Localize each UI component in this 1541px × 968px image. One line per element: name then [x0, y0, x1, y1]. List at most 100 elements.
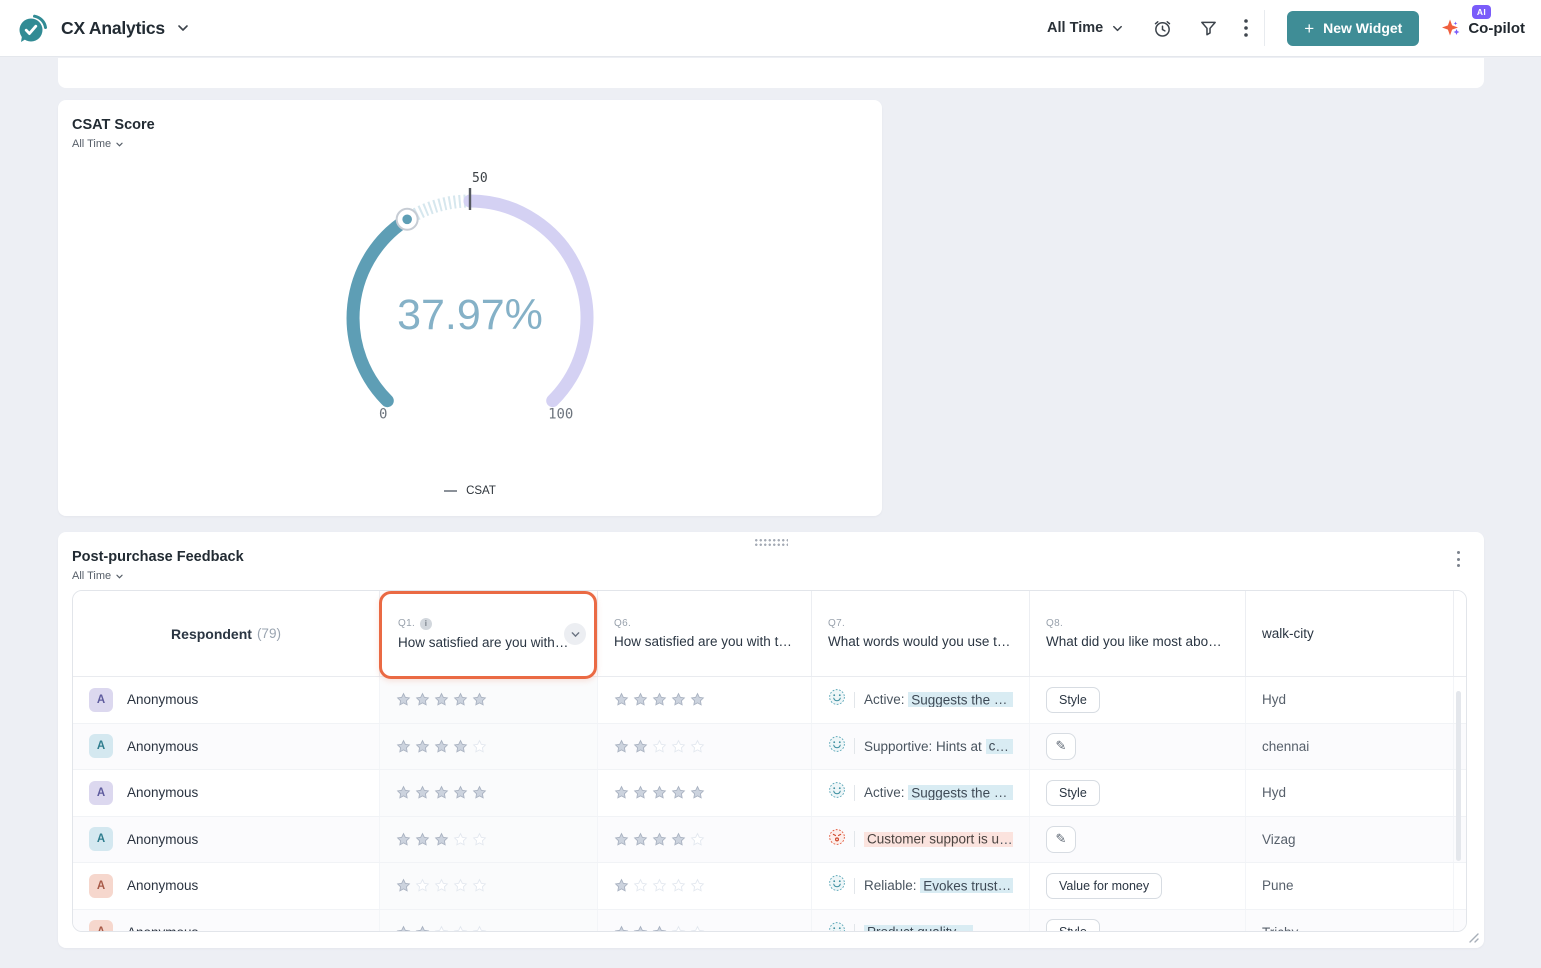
partial-widget-above: [58, 58, 1484, 88]
respondent-name: Anonymous: [127, 925, 198, 932]
gauge-target-label: 50: [472, 171, 488, 186]
respondent-name: Anonymous: [127, 692, 198, 707]
alarm-clock-icon: [1152, 18, 1173, 39]
respondent-name: Anonymous: [127, 878, 198, 893]
post-purchase-feedback-widget: Post-purchase Feedback All Time Responde…: [58, 532, 1484, 948]
new-widget-button[interactable]: + New Widget: [1287, 11, 1419, 46]
city-value: Hyd: [1262, 692, 1286, 707]
table-vertical-scrollbar[interactable]: [1456, 691, 1461, 861]
sentiment-icon: [828, 921, 846, 932]
q6-star-rating: [614, 739, 705, 754]
widget-drag-handle[interactable]: [754, 538, 788, 547]
respondent-name: Anonymous: [127, 832, 198, 847]
chevron-down-icon: [115, 572, 124, 581]
new-widget-label: New Widget: [1323, 20, 1402, 36]
column-header-q8[interactable]: Q8. What did you like most about …: [1029, 591, 1245, 676]
chevron-down-icon: [570, 629, 581, 640]
dashboard-canvas: CSAT Score All Time 50 0 100 37.97% CSAT…: [0, 57, 1541, 968]
feedback-widget-title: Post-purchase Feedback: [72, 549, 244, 565]
header-more-options-button[interactable]: [1244, 19, 1248, 37]
answer-text: Reliable: Evokes trust and…: [864, 878, 1013, 893]
responses-table: Respondent (79) Q1.i How satisfied are y…: [72, 590, 1467, 932]
column-header-q1[interactable]: Q1.i How satisfied are you with…: [379, 591, 597, 676]
q1-star-rating: [396, 878, 487, 893]
avatar: A: [89, 920, 113, 932]
info-icon[interactable]: i: [420, 618, 432, 630]
q1-column-menu-button[interactable]: [564, 623, 586, 645]
app-title: CX Analytics: [61, 18, 165, 39]
column-header-q6[interactable]: Q6. How satisfied are you with the…: [597, 591, 811, 676]
q6-star-rating: [614, 832, 705, 847]
feedback-widget-time-filter[interactable]: All Time: [72, 570, 124, 582]
header-divider: [1264, 10, 1265, 46]
cell-divider: [854, 738, 855, 754]
respondent-count: (79): [257, 626, 281, 641]
app-logo-icon[interactable]: [16, 12, 49, 45]
cell-divider: [854, 692, 855, 708]
answer-text: Active: Suggests the sho…: [864, 692, 1013, 707]
header-scroll-gutter: [1453, 591, 1467, 676]
sentiment-icon: [828, 688, 846, 711]
cell-divider: [854, 785, 855, 801]
sentiment-icon: [828, 781, 846, 804]
q6-star-rating: [614, 878, 705, 893]
table-row[interactable]: A Anonymous Reliable: Evokes trust and… …: [73, 863, 1466, 910]
respondent-name: Anonymous: [127, 785, 198, 800]
table-row[interactable]: A Anonymous Product quality… Style Trich…: [73, 910, 1466, 933]
app-switcher-chevron-icon[interactable]: [176, 21, 190, 35]
column-header-q7[interactable]: Q7. What words would you use to …: [811, 591, 1029, 676]
gauge-marker-dot: [402, 215, 412, 225]
city-value: Pune: [1262, 878, 1294, 893]
q1-star-rating: [396, 739, 487, 754]
edit-answer-button[interactable]: ✎: [1046, 733, 1076, 760]
ai-badge: AI: [1472, 5, 1491, 19]
widget-resize-handle[interactable]: [1466, 930, 1479, 943]
table-header-row: Respondent (79) Q1.i How satisfied are y…: [73, 591, 1466, 677]
global-time-filter-label: All Time: [1047, 20, 1103, 36]
city-value: Vizag: [1262, 832, 1296, 847]
avatar: A: [89, 688, 113, 712]
q6-star-rating: [614, 785, 705, 800]
column-header-respondent[interactable]: Respondent (79): [73, 591, 379, 676]
kebab-menu-icon: [1244, 19, 1248, 37]
cell-divider: [854, 878, 855, 894]
q1-star-rating: [396, 785, 487, 800]
answer-text: Supportive: Hints at comf…: [864, 739, 1013, 754]
cell-divider: [854, 831, 855, 847]
topic-tag[interactable]: Style: [1046, 919, 1100, 932]
chevron-down-icon: [1111, 22, 1124, 35]
table-row[interactable]: A Anonymous Supportive: Hints at comf… ✎…: [73, 724, 1466, 771]
column-header-walk-city[interactable]: walk-city: [1245, 591, 1453, 676]
sentiment-icon: [828, 735, 846, 758]
plus-icon: +: [1304, 20, 1314, 37]
copilot-button[interactable]: Co-pilot: [1441, 18, 1525, 38]
city-value: Hyd: [1262, 785, 1286, 800]
q1-star-rating: [396, 925, 487, 932]
schedule-alarm-button[interactable]: [1152, 18, 1173, 39]
q6-star-rating: [614, 925, 705, 932]
topic-tag[interactable]: Value for money: [1046, 873, 1162, 899]
table-row[interactable]: A Anonymous Customer support is unr… ✎ V…: [73, 817, 1466, 864]
table-body: A Anonymous Active: Suggests the sho… St…: [73, 677, 1466, 932]
table-row[interactable]: A Anonymous Active: Suggests the sho… St…: [73, 677, 1466, 724]
topic-tag[interactable]: Style: [1046, 780, 1100, 806]
answer-text: Product quality…: [864, 925, 973, 932]
topic-tag[interactable]: Style: [1046, 687, 1100, 713]
q1-star-rating: [396, 832, 487, 847]
q1-star-rating: [396, 692, 487, 707]
global-time-filter[interactable]: All Time: [1047, 20, 1124, 36]
gauge-legend[interactable]: CSAT: [58, 485, 882, 497]
legend-label: CSAT: [466, 485, 496, 497]
respondent-name: Anonymous: [127, 739, 198, 754]
table-row[interactable]: A Anonymous Active: Suggests the sho… St…: [73, 770, 1466, 817]
widget-more-options-button[interactable]: [1455, 549, 1462, 569]
csat-gauge-chart: 50 0 100 37.97%: [58, 100, 882, 516]
edit-answer-button[interactable]: ✎: [1046, 826, 1076, 853]
legend-dash-icon: [444, 490, 457, 492]
gauge-min-label: 0: [379, 407, 387, 423]
filter-button[interactable]: [1199, 19, 1218, 38]
avatar: A: [89, 874, 113, 898]
city-value: Trichy: [1262, 925, 1298, 932]
csat-score-widget: CSAT Score All Time 50 0 100 37.97% CSAT: [58, 100, 882, 516]
gauge-max-label: 100: [548, 407, 573, 423]
